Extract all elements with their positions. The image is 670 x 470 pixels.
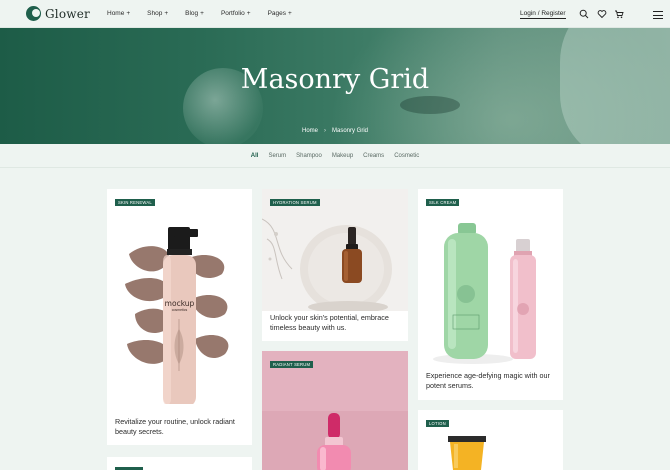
breadcrumb-current: Masonry Grid <box>332 128 369 134</box>
card-tag: RADIANT SERUM <box>270 361 314 368</box>
filter-makeup[interactable]: Makeup <box>332 153 353 159</box>
category-filter-bar: All Serum Shampoo Makeup Creams Cosmetic <box>0 144 670 168</box>
logo[interactable]: Glower <box>26 6 90 21</box>
nav-item-home[interactable]: Home + <box>107 10 130 17</box>
brand-name: Glower <box>45 6 90 21</box>
cart-icon[interactable] <box>614 9 624 19</box>
menu-hamburger-icon[interactable] <box>653 11 663 22</box>
product-sub-text: cosmetics <box>171 308 188 312</box>
search-icon[interactable] <box>579 9 589 19</box>
filter-all[interactable]: All <box>251 153 259 159</box>
card-caption: Unlock your skin's potential, embrace tim… <box>270 313 389 332</box>
product-image-cream-bottles <box>418 189 563 369</box>
main-nav: Home + Shop + Blog + Portfolio + Pages + <box>107 10 309 17</box>
portfolio-card-partial[interactable] <box>107 457 252 470</box>
nav-item-shop[interactable]: Shop + <box>147 10 168 17</box>
page-title: Masonry Grid <box>240 64 430 95</box>
portfolio-card-skin-renewal[interactable]: SKIN RENEWAL mockup cosmetics Revitalize… <box>107 189 252 445</box>
page-hero-banner: Masonry Grid Home › Masonry Grid <box>0 28 670 144</box>
filter-cosmetic[interactable]: Cosmetic <box>394 153 419 159</box>
filter-serum[interactable]: Serum <box>268 153 286 159</box>
nav-item-portfolio[interactable]: Portfolio + <box>221 10 251 17</box>
site-header: Glower Home + Shop + Blog + Portfolio + Page… <box>0 0 670 28</box>
card-tag: SILK CREAM <box>426 199 460 206</box>
card-tag: HYDRATION SERUM <box>270 199 320 206</box>
nav-item-blog[interactable]: Blog + <box>185 10 204 17</box>
product-image-dropper-bottle <box>262 189 408 311</box>
login-register-link[interactable]: Login / Register <box>520 10 566 19</box>
portfolio-card-silk-cream[interactable]: SILK CREAM Experience age-defying magic … <box>418 189 563 400</box>
portfolio-card-lotion[interactable]: LOTION <box>418 410 563 470</box>
card-tag: LOTION <box>426 420 449 427</box>
nav-item-pages[interactable]: Pages + <box>268 10 292 17</box>
filter-creams[interactable]: Creams <box>363 153 384 159</box>
card-caption: Experience age-defying magic with our pot… <box>426 371 550 390</box>
logo-icon <box>26 6 41 21</box>
product-image-mockup-pump <box>107 189 252 404</box>
product-label-text: mockup <box>164 299 195 308</box>
breadcrumb: Home › Masonry Grid <box>301 128 369 134</box>
portfolio-card-radiant-serum[interactable]: RADIANT SERUM <box>262 351 408 470</box>
product-image-lotion-tube <box>418 410 563 470</box>
filter-shampoo[interactable]: Shampoo <box>296 153 322 159</box>
card-caption: Revitalize your routine, unlock radiant b… <box>115 417 235 436</box>
card-tag: SKIN RENEWAL <box>115 199 155 206</box>
wishlist-heart-icon[interactable] <box>597 9 607 19</box>
portfolio-card-hydration-serum[interactable]: HYDRATION SERUM Unlock your skin's poten… <box>262 189 408 341</box>
breadcrumb-home[interactable]: Home <box>302 128 318 134</box>
product-image-pink-dropper <box>262 351 408 470</box>
